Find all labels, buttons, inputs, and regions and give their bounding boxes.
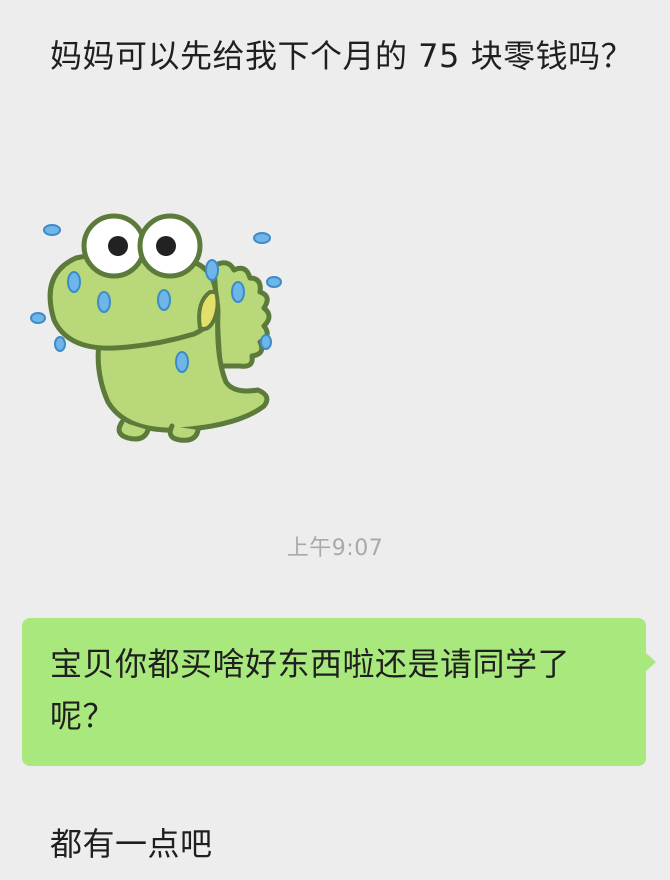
- crying-crocodile-sticker-icon[interactable]: [24, 196, 294, 456]
- outgoing-message-bubble[interactable]: 宝贝你都买啥好东西啦还是请同学了呢？: [22, 618, 656, 766]
- incoming-message-text[interactable]: 妈妈可以先给我下个月的 75 块零钱吗？: [50, 30, 650, 82]
- chat-conversation: 妈妈可以先给我下个月的 75 块零钱吗？ 上午9:07 宝贝你都买啥好东西啦还是…: [0, 0, 670, 880]
- message-timestamp: 上午9:07: [286, 536, 384, 561]
- outgoing-message-text: 宝贝你都买啥好东西啦还是请同学了呢？: [50, 645, 571, 735]
- bubble-tail: [645, 652, 656, 672]
- incoming-message-text-2[interactable]: 都有一点吧: [50, 818, 213, 870]
- sticker-drawing: [30, 213, 282, 443]
